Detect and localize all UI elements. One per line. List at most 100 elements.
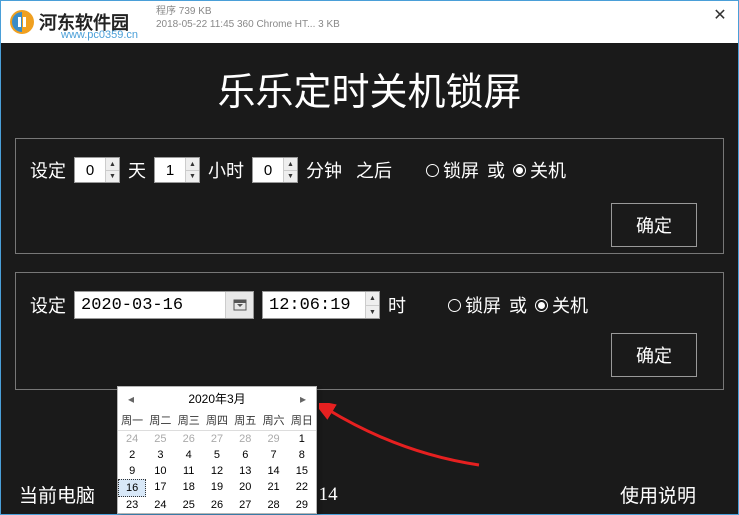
mins-spinner[interactable]: ▲▼ (252, 157, 298, 183)
label-mins: 分钟 (306, 157, 342, 183)
calendar-day[interactable]: 22 (288, 479, 316, 497)
calendar-day[interactable]: 29 (288, 497, 316, 513)
close-button[interactable]: ✕ (708, 5, 732, 25)
calendar-popup: ◂ 2020年3月 ▸ 周一周二周三周四周五周六周日24252627282912… (117, 386, 317, 514)
hours-spinner[interactable]: ▲▼ (154, 157, 200, 183)
calendar-day[interactable]: 8 (288, 447, 316, 463)
calendar-day[interactable]: 19 (203, 479, 231, 497)
days-spinner[interactable]: ▲▼ (74, 157, 120, 183)
confirm-button-2[interactable]: 确定 (611, 333, 697, 377)
calendar-day[interactable]: 24 (118, 431, 146, 447)
help-link[interactable]: 使用说明 (620, 481, 696, 508)
calendar-day[interactable]: 26 (175, 431, 203, 447)
hours-input[interactable] (155, 158, 185, 182)
mins-down[interactable]: ▼ (284, 171, 297, 183)
calendar-day[interactable]: 10 (146, 463, 174, 479)
calendar-day[interactable]: 9 (118, 463, 146, 479)
calendar-day[interactable]: 12 (203, 463, 231, 479)
calendar-day[interactable]: 18 (175, 479, 203, 497)
calendar-prev-button[interactable]: ◂ (124, 392, 138, 406)
radio-circle-icon (426, 164, 439, 177)
calendar-dow: 周三 (175, 410, 203, 431)
hours-down[interactable]: ▼ (186, 171, 199, 183)
app-title: 乐乐定时关机锁屏 (1, 43, 738, 138)
calendar-day[interactable]: 25 (175, 497, 203, 513)
radio-lock-label: 锁屏 (443, 157, 479, 183)
label-hours: 小时 (208, 157, 244, 183)
calendar-day[interactable]: 28 (259, 497, 287, 513)
date-picker[interactable] (74, 291, 254, 319)
calendar-day[interactable]: 14 (259, 463, 287, 479)
date-input[interactable] (75, 296, 225, 315)
calendar-day[interactable]: 25 (146, 431, 174, 447)
calendar-day[interactable]: 17 (146, 479, 174, 497)
time-up[interactable]: ▲ (366, 292, 379, 306)
label-or-2: 或 (509, 292, 527, 318)
meta-line-1: 程序 739 KB (156, 5, 340, 18)
time-picker[interactable]: ▲▼ (262, 291, 380, 319)
calendar-dow: 周日 (288, 410, 316, 431)
label-set-2: 设定 (30, 292, 66, 318)
time-input[interactable] (263, 292, 365, 318)
radio-lock-2[interactable]: 锁屏 (448, 292, 501, 318)
days-up[interactable]: ▲ (106, 158, 119, 171)
radio-lock-label-2: 锁屏 (465, 292, 501, 318)
label-days: 天 (128, 157, 146, 183)
calendar-grid: 周一周二周三周四周五周六周日24252627282912345678910111… (118, 410, 316, 513)
titlebar-meta: 程序 739 KB 2018-05-22 11:45 360 Chrome HT… (156, 5, 340, 31)
radio-shutdown-label-2: 关机 (552, 292, 588, 318)
label-set: 设定 (30, 157, 66, 183)
mins-up[interactable]: ▲ (284, 158, 297, 171)
mins-input[interactable] (253, 158, 283, 182)
calendar-dow: 周一 (118, 410, 146, 431)
hours-up[interactable]: ▲ (186, 158, 199, 171)
calendar-day[interactable]: 4 (175, 447, 203, 463)
calendar-day[interactable]: 24 (146, 497, 174, 513)
days-down[interactable]: ▼ (106, 171, 119, 183)
calendar-day[interactable]: 7 (259, 447, 287, 463)
calendar-day[interactable]: 21 (259, 479, 287, 497)
calendar-day[interactable]: 6 (231, 447, 259, 463)
countdown-panel: 设定 ▲▼ 天 ▲▼ 小时 ▲▼ 分钟 之后 锁屏 或 (15, 138, 724, 254)
radio-shutdown-label: 关机 (530, 157, 566, 183)
calendar-day[interactable]: 2 (118, 447, 146, 463)
logo-icon (9, 9, 35, 35)
calendar-day[interactable]: 23 (118, 497, 146, 513)
annotation-arrow-icon (319, 403, 489, 473)
calendar-dow: 周五 (231, 410, 259, 431)
radio-lock-1[interactable]: 锁屏 (426, 157, 479, 183)
calendar-day[interactable]: 15 (288, 463, 316, 479)
calendar-day[interactable]: 20 (231, 479, 259, 497)
radio-circle-icon (448, 299, 461, 312)
days-input[interactable] (75, 158, 105, 182)
calendar-day[interactable]: 1 (288, 431, 316, 447)
datetime-panel: 设定 ▲▼ 时 锁屏 或 关机 确定 (15, 272, 724, 390)
calendar-day[interactable]: 26 (203, 497, 231, 513)
calendar-day[interactable]: 27 (231, 497, 259, 513)
calendar-dow: 周四 (203, 410, 231, 431)
footer-current-label: 当前电脑 (19, 481, 95, 508)
calendar-day[interactable]: 29 (259, 431, 287, 447)
logo-url: www.pc0359.cn (61, 29, 138, 41)
radio-circle-checked-icon (513, 164, 526, 177)
calendar-day[interactable]: 16 (118, 479, 146, 497)
label-at: 时 (388, 292, 406, 318)
calendar-day[interactable]: 11 (175, 463, 203, 479)
calendar-dow: 周二 (146, 410, 174, 431)
calendar-dow: 周六 (259, 410, 287, 431)
titlebar: 河东软件园 www.pc0359.cn 程序 739 KB 2018-05-22… (1, 1, 738, 43)
calendar-day[interactable]: 28 (231, 431, 259, 447)
calendar-day[interactable]: 5 (203, 447, 231, 463)
date-dropdown-button[interactable] (225, 292, 253, 318)
radio-shutdown-2[interactable]: 关机 (535, 292, 588, 318)
calendar-title[interactable]: 2020年3月 (188, 390, 245, 407)
confirm-button-1[interactable]: 确定 (611, 203, 697, 247)
radio-shutdown-1[interactable]: 关机 (513, 157, 566, 183)
label-or-1: 或 (487, 157, 505, 183)
meta-line-2: 2018-05-22 11:45 360 Chrome HT... 3 KB (156, 18, 340, 31)
calendar-day[interactable]: 3 (146, 447, 174, 463)
calendar-day[interactable]: 13 (231, 463, 259, 479)
time-down[interactable]: ▼ (366, 306, 379, 319)
calendar-day[interactable]: 27 (203, 431, 231, 447)
calendar-next-button[interactable]: ▸ (296, 392, 310, 406)
